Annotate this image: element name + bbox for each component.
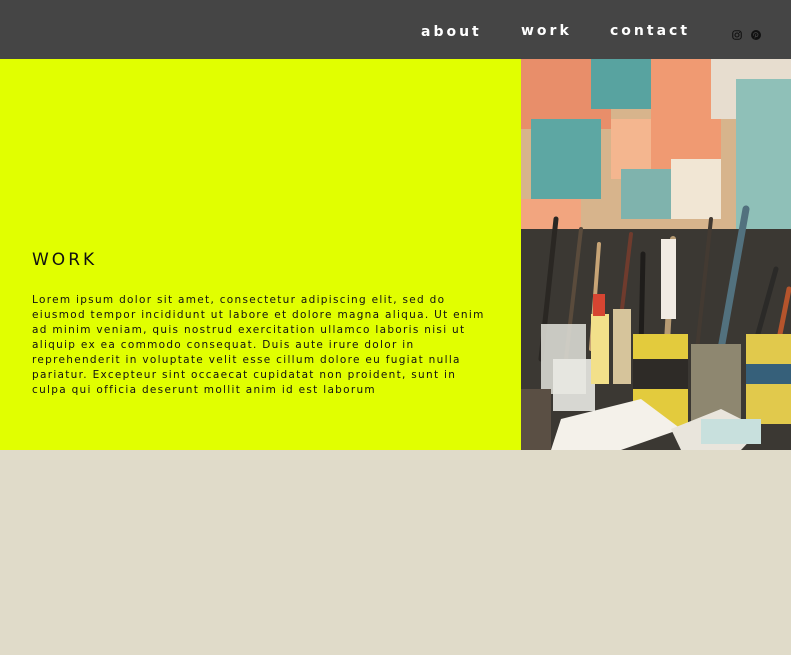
pinterest-icon[interactable] — [751, 25, 761, 44]
site-header: about work contact — [0, 0, 791, 59]
nav-contact-link[interactable]: contact — [610, 23, 690, 39]
instagram-icon[interactable] — [732, 25, 742, 44]
nav-about-link[interactable]: about — [421, 24, 482, 40]
paint-studio-photo — [521, 59, 791, 450]
section-title: WORK — [32, 250, 98, 270]
nav-work-link[interactable]: work — [521, 23, 572, 39]
section-body-text: Lorem ipsum dolor sit amet, consectetur … — [32, 294, 485, 396]
